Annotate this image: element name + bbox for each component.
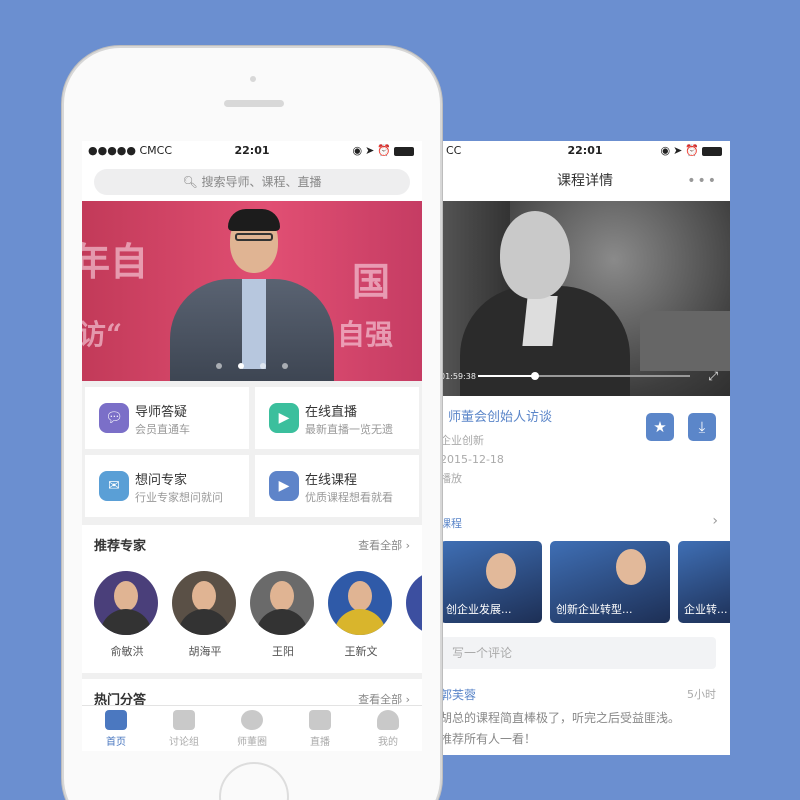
avatar [328, 571, 392, 635]
related-course-card[interactable]: 创企业发展... [440, 541, 542, 623]
nav-bar: 课程详情 ••• [440, 161, 730, 201]
tab-home[interactable]: 首页 [82, 710, 150, 748]
expert-card[interactable]: 俞敏洪 [94, 571, 160, 659]
more-icon[interactable]: ••• [687, 161, 718, 201]
home-icon [105, 710, 127, 730]
battery-icon [702, 146, 722, 156]
comment-author: 郭芙蓉 [440, 688, 477, 702]
status-icons: ◉➤⏰ [352, 144, 414, 157]
status-bar: ●●●●● CMCC 22:01 ◉➤⏰ [82, 141, 422, 161]
fullscreen-icon[interactable]: ⤢ [708, 369, 718, 384]
view-all-link[interactable]: 查看全部 › [358, 537, 410, 553]
comment-time: 5小时 [687, 688, 716, 701]
chevron-right-icon: › [712, 513, 718, 529]
expert-card[interactable]: 王新文 [328, 571, 394, 659]
search-icon: 🔍︎ [182, 175, 198, 189]
camera-icon [250, 76, 256, 82]
status-icons: ◉➤⏰ [660, 144, 722, 157]
comment-text: 胡总的课程简直棒极了，听完之后受益匪浅。 推荐所有人一看！ [440, 711, 681, 746]
compass-icon [241, 710, 263, 730]
user-icon [377, 710, 399, 730]
feature-live[interactable]: ▶ 在线直播 最新直播一览无遗 [255, 387, 419, 449]
download-button[interactable]: ⤓ [688, 413, 716, 441]
feature-courses[interactable]: ▶ 在线课程 优质课程想看就看 [255, 455, 419, 517]
related-course-card[interactable]: 企业转... [678, 541, 730, 623]
status-bar: CC 22:01 ◉➤⏰ [440, 141, 730, 161]
page-title: 课程详情 [557, 173, 613, 189]
video-time: 01:59:38 [440, 372, 476, 381]
banner-carousel[interactable]: 年自 国 访“ 自强 [82, 201, 422, 381]
chat-icon: 💬︎ [99, 403, 129, 433]
related-course-card[interactable]: 创新企业转型... [550, 541, 670, 623]
speaker-grille [224, 100, 284, 107]
favorite-button[interactable]: ★ [646, 413, 674, 441]
related-courses: 创企业发展... 创新企业转型... 企业转... [440, 541, 730, 623]
carousel-dot[interactable] [216, 363, 222, 369]
related-courses-header[interactable]: 课程 › [440, 513, 730, 531]
video-progress[interactable] [478, 375, 690, 377]
feature-mentor-qa[interactable]: 💬︎ 导师答疑 会员直通车 [85, 387, 249, 449]
carousel-dot[interactable] [260, 363, 266, 369]
expert-card[interactable]: 王阳 [250, 571, 316, 659]
tab-bar: 首页 讨论组 师董圈 直播 我的 [82, 705, 422, 751]
tab-live[interactable]: 直播 [286, 710, 354, 748]
course-date: 2015-12-18 [440, 453, 504, 466]
course-category: 企业创新 [440, 434, 484, 447]
home-screen: ●●●●● CMCC 22:01 ◉➤⏰ 🔍︎ 搜索导师、课程、直播 年自 国 … [82, 141, 422, 751]
carousel-dot[interactable] [282, 363, 288, 369]
course-plays: 播放 [440, 472, 462, 485]
experts-section: 推荐专家 查看全部 › 俞敏洪 胡海平 王阳 王新文 [82, 525, 422, 673]
carousel-dots [82, 354, 422, 373]
star-icon: ★ [653, 418, 667, 436]
avatar [250, 571, 314, 635]
download-icon: ⤓ [698, 418, 706, 436]
comment-input[interactable]: 写一个评论 [440, 637, 716, 669]
battery-icon [394, 146, 414, 156]
expert-card[interactable]: 胡海平 [172, 571, 238, 659]
section-title: 推荐专家 [94, 539, 147, 554]
home-button[interactable] [219, 762, 289, 800]
play-icon: ▶ [269, 471, 299, 501]
search-placeholder: 搜索导师、课程、直播 [201, 175, 322, 189]
tab-profile[interactable]: 我的 [354, 710, 422, 748]
expert-card[interactable] [406, 571, 422, 635]
search-input[interactable]: 🔍︎ 搜索导师、课程、直播 [94, 169, 410, 195]
avatar [94, 571, 158, 635]
tab-circle[interactable]: 师董圈 [218, 710, 286, 748]
message-icon: ✉ [99, 471, 129, 501]
avatar [406, 571, 422, 635]
camera-icon [309, 710, 331, 730]
course-detail-screen: CC 22:01 ◉➤⏰ 课程详情 ••• 01:59:38 ⤢ 师董会创始人访… [440, 141, 730, 755]
avatar [172, 571, 236, 635]
video-player[interactable]: 01:59:38 ⤢ [440, 201, 730, 396]
tab-discussion[interactable]: 讨论组 [150, 710, 218, 748]
video-icon: ▶ [269, 403, 299, 433]
group-icon [173, 710, 195, 730]
related-label: 课程 [440, 517, 462, 530]
carousel-dot[interactable] [238, 363, 244, 369]
feature-ask-expert[interactable]: ✉ 想问专家 行业专家想问就问 [85, 455, 249, 517]
course-info: 师董会创始人访谈 企业创新 2015-12-18 播放 [440, 406, 730, 488]
